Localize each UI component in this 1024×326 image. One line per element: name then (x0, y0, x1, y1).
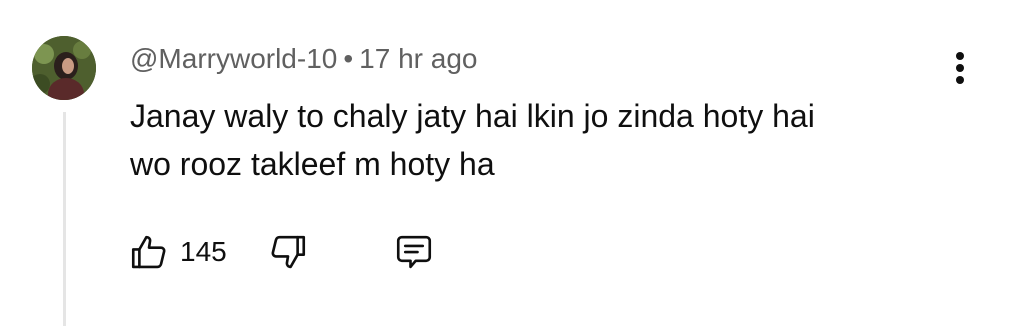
more-vert-icon (956, 52, 964, 84)
like-count: 145 (180, 236, 227, 267)
reply-button[interactable] (393, 231, 435, 273)
comment-text-line: Janay waly to chaly jaty hai lkin jo zin… (130, 98, 815, 134)
avatar[interactable] (32, 36, 96, 100)
meta-separator: • (343, 43, 354, 74)
comment-body: Janay waly to chaly jaty hai lkin jo zin… (130, 92, 950, 188)
dislike-button[interactable] (267, 231, 309, 273)
comment-actions: 145 (128, 228, 435, 276)
comment-text-line: wo rooz takleef m hoty ha (130, 146, 495, 182)
thumbs-down-icon (271, 235, 305, 269)
comment-meta: @Marryworld-10 • 17 hr ago (130, 42, 478, 76)
comment-author[interactable]: @Marryworld-10 (130, 43, 337, 74)
comment-icon (396, 235, 431, 269)
comment-timestamp[interactable]: 17 hr ago (359, 43, 477, 74)
reply-thread-line (63, 112, 66, 326)
avatar-image (32, 36, 96, 100)
comment-menu-button[interactable] (944, 44, 976, 92)
like-button[interactable]: 145 (128, 231, 227, 273)
thumbs-up-icon (131, 235, 166, 269)
